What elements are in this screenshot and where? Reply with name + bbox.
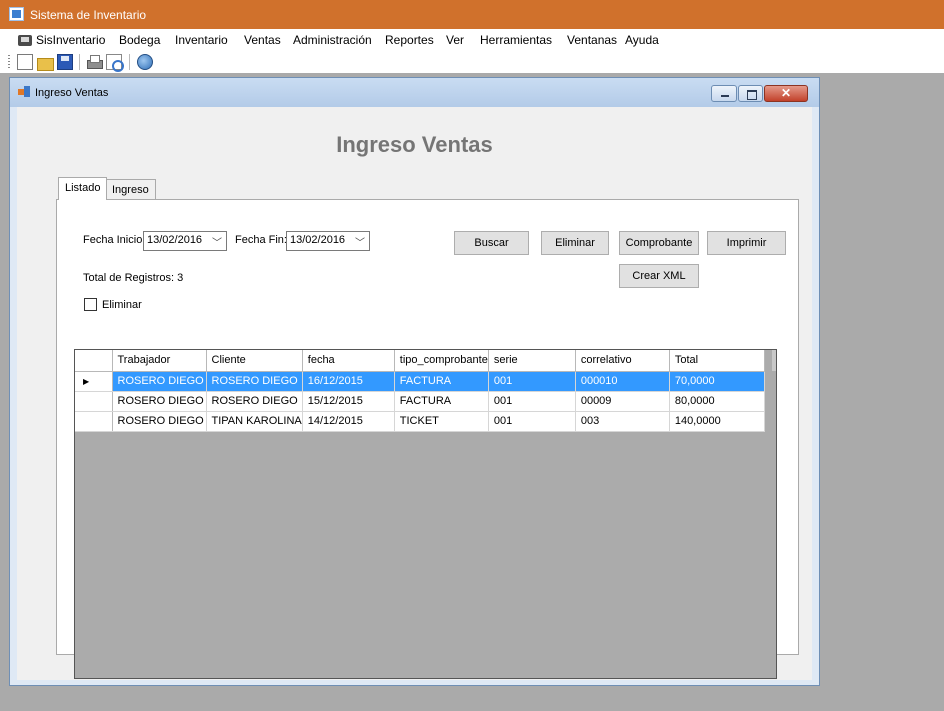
table-row[interactable]: ▶ ROSERO DIEGO ROSERO DIEGO 16/12/2015 F… [75,371,765,392]
menu-ver[interactable]: Ver [446,33,464,47]
fecha-fin-value: 13/02/2016 [290,234,346,246]
eliminar-checkbox[interactable] [84,298,97,311]
toolbar [0,51,944,73]
ventas-grid: Trabajador Cliente fecha tipo_comprobant… [74,349,777,679]
app-title: Sistema de Inventario [30,8,147,22]
menu-administracion[interactable]: Administración [293,33,372,47]
cell-total[interactable]: 140,0000 [669,411,765,432]
toolbar-separator [79,54,80,70]
app-menu-icon[interactable] [18,35,32,46]
cell-serie[interactable]: 001 [488,371,576,392]
window-title: Ingreso Ventas [35,87,109,99]
cell-trabajador[interactable]: ROSERO DIEGO [112,371,207,392]
eliminar-checkbox-label[interactable]: Eliminar [102,299,142,311]
cell-cliente[interactable]: ROSERO DIEGO [206,371,303,392]
chevron-down-icon[interactable]: ﹀ [355,234,365,249]
grid-header-scroll-stub [772,350,776,371]
tab-panel-listado: Fecha Inicio: 13/02/2016 ﹀ Fecha Fin: 13… [56,199,799,679]
col-cliente[interactable]: Cliente [206,350,303,372]
app-window-icon [9,7,24,21]
col-trabajador[interactable]: Trabajador [112,350,207,372]
ingreso-ventas-window: Ingreso Ventas ✕ Ingreso Ventas Listado … [9,77,820,686]
crear-xml-button[interactable]: Crear XML [619,264,699,288]
cell-fecha[interactable]: 15/12/2015 [302,391,395,412]
col-tipo-comprobante[interactable]: tipo_comprobante [394,350,489,372]
fecha-inicio-picker[interactable]: 13/02/2016 ﹀ [143,231,227,251]
cell-tipo-comprobante[interactable]: FACTURA [394,371,489,392]
buscar-button[interactable]: Buscar [454,231,529,255]
help-icon[interactable] [137,54,153,70]
window-caption[interactable]: Ingreso Ventas ✕ [10,78,819,107]
col-total[interactable]: Total [669,350,765,372]
cell-fecha[interactable]: 14/12/2015 [302,411,395,432]
menu-bar: SisInventario Bodega Inventario Ventas A… [0,29,944,51]
minimize-button[interactable] [711,85,737,102]
cell-cliente[interactable]: TIPAN KAROLINA [206,411,303,432]
cell-trabajador[interactable]: ROSERO DIEGO [112,411,207,432]
chevron-down-icon[interactable]: ﹀ [212,234,222,249]
fecha-inicio-value: 13/02/2016 [147,234,203,246]
cell-correlativo[interactable]: 000010 [575,371,670,392]
cell-trabajador[interactable]: ROSERO DIEGO [112,391,207,412]
cell-fecha[interactable]: 16/12/2015 [302,371,395,392]
row-header-corner [75,350,113,372]
row-header[interactable]: ▶ [75,371,113,392]
cell-total[interactable]: 80,0000 [669,391,765,412]
current-row-arrow-icon: ▶ [83,377,90,386]
menu-inventario[interactable]: Inventario [175,33,228,47]
fecha-fin-picker[interactable]: 13/02/2016 ﹀ [286,231,370,251]
cell-correlativo[interactable]: 003 [575,411,670,432]
cell-serie[interactable]: 001 [488,411,576,432]
comprobante-button[interactable]: Comprobante [619,231,699,255]
ventas-table: Trabajador Cliente fecha tipo_comprobant… [75,350,765,432]
menu-reportes[interactable]: Reportes [385,33,434,47]
header-row: Trabajador Cliente fecha tipo_comprobant… [75,350,765,372]
cell-cliente[interactable]: ROSERO DIEGO [206,391,303,412]
total-registros-label: Total de Registros: 3 [83,272,184,284]
fecha-fin-label: Fecha Fin: [235,234,287,246]
toolbar-separator [129,54,130,70]
cell-tipo-comprobante[interactable]: TICKET [394,411,489,432]
col-correlativo[interactable]: correlativo [575,350,670,372]
print-icon[interactable] [86,54,103,70]
menu-herramientas[interactable]: Herramientas [480,33,552,47]
open-folder-icon[interactable] [37,54,54,71]
cell-correlativo[interactable]: 00009 [575,391,670,412]
row-header[interactable] [75,411,113,432]
tab-listado[interactable]: Listado [58,177,108,200]
fecha-inicio-label: Fecha Inicio: [83,234,146,246]
new-document-icon[interactable] [17,54,33,70]
menu-ventas[interactable]: Ventas [244,33,281,47]
menu-ayuda[interactable]: Ayuda [625,33,659,47]
col-serie[interactable]: serie [488,350,576,372]
eliminar-button[interactable]: Eliminar [541,231,609,255]
row-header[interactable] [75,391,113,412]
close-button[interactable]: ✕ [764,85,808,102]
col-fecha[interactable]: fecha [302,350,395,372]
save-icon[interactable] [57,54,73,70]
cell-serie[interactable]: 001 [488,391,576,412]
maximize-button[interactable] [738,85,763,102]
menu-sisinventario[interactable]: SisInventario [36,33,105,47]
table-row[interactable]: ROSERO DIEGO TIPAN KAROLINA 14/12/2015 T… [75,411,765,432]
menu-bodega[interactable]: Bodega [119,33,160,47]
cell-total[interactable]: 70,0000 [669,371,765,392]
cell-tipo-comprobante[interactable]: FACTURA [394,391,489,412]
form-client-area: Ingreso Ventas Listado Ingreso Fecha Ini… [17,107,812,680]
print-preview-icon[interactable] [106,54,124,72]
form-heading: Ingreso Ventas [336,132,493,157]
tab-ingreso[interactable]: Ingreso [105,179,156,200]
app-title-bar: Sistema de Inventario [0,0,944,29]
toolbar-grip[interactable] [8,55,10,70]
imprimir-button[interactable]: Imprimir [707,231,786,255]
menu-ventanas[interactable]: Ventanas [567,33,617,47]
form-icon [18,86,31,98]
table-row[interactable]: ROSERO DIEGO ROSERO DIEGO 15/12/2015 FAC… [75,391,765,412]
